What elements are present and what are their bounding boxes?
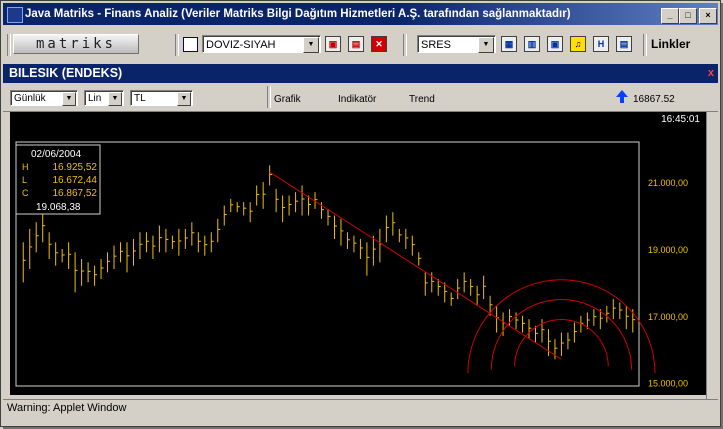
scale-select[interactable]: Lin ▼ — [84, 90, 124, 106]
clock-time: 16:45:01 — [661, 114, 700, 125]
matriks-logo: matriks — [13, 34, 139, 54]
app-window: Java Matriks - Finans Analiz (Veriler Ma… — [0, 0, 721, 427]
info-c-value: 16.867,52 — [53, 188, 98, 199]
toolbar-separator — [403, 34, 407, 56]
toolbar-grip — [7, 34, 11, 56]
save-icon[interactable]: ▣ — [325, 36, 341, 52]
chevron-down-icon[interactable]: ▼ — [478, 37, 494, 53]
bars-group — [22, 165, 636, 360]
toolbar-separator — [175, 34, 179, 56]
info-h-label: H — [22, 162, 29, 172]
app-icon — [7, 7, 23, 23]
menu-grafik[interactable]: Grafik — [274, 94, 301, 105]
info-box: 02/06/2004 H 16.925,52 L 16.672,44 C 16.… — [15, 144, 101, 215]
chevron-down-icon[interactable]: ▼ — [177, 92, 191, 106]
toolbar-separator — [643, 34, 647, 56]
print-icon[interactable]: ▤ — [348, 36, 364, 52]
ohlc-chart[interactable]: 16:45:01 21.000,00 19.000,00 17.000,00 15.0… — [10, 112, 706, 399]
last-price: 16867.52 — [633, 94, 675, 105]
fibonacci-arc — [467, 279, 656, 374]
chevron-down-icon[interactable]: ▼ — [62, 92, 76, 106]
theme-select-value: DOVIZ-SIYAH — [206, 39, 276, 51]
chevron-down-icon[interactable]: ▼ — [303, 37, 319, 53]
cursor-value: 19.068,38 — [36, 202, 81, 213]
info-l-label: L — [22, 175, 27, 185]
main-toolbar: matriks DOVIZ-SIYAH ▼ ▣ ▤ ✕ SRES ▼ ▦ ▥ ▣… — [3, 28, 718, 62]
menu-indikator[interactable]: Indikatör — [338, 94, 376, 105]
vertical-scrollbar[interactable] — [706, 112, 717, 399]
currency-select[interactable]: TL ▼ — [130, 90, 193, 106]
series-select[interactable]: SRES ▼ — [417, 35, 496, 53]
trend-line — [269, 171, 562, 360]
panel-header[interactable]: BILESIK (ENDEKS) x — [3, 64, 718, 83]
bell-icon[interactable]: ♫ — [570, 36, 586, 52]
scale-select-value: Lin — [88, 93, 102, 104]
panel-title: BILESIK (ENDEKS) — [9, 66, 123, 80]
info-l-value: 16.672,44 — [53, 175, 98, 186]
series-select-value: SRES — [421, 39, 451, 51]
calc-icon[interactable]: ▤ — [616, 36, 632, 52]
period-select[interactable]: Günlük ▼ — [10, 90, 78, 106]
trend-overlay — [269, 171, 656, 374]
chevron-down-icon[interactable]: ▼ — [108, 92, 122, 106]
window-icon[interactable]: ▣ — [547, 36, 563, 52]
window-title: Java Matriks - Finans Analiz (Veriler Ma… — [25, 8, 571, 20]
status-bar: Warning: Applet Window — [3, 399, 718, 416]
y-tick-label: 17.000,00 — [648, 312, 688, 322]
period-select-value: Günlük — [14, 93, 46, 104]
minimize-button[interactable]: _ — [661, 8, 679, 24]
grid-icon[interactable]: ▦ — [501, 36, 517, 52]
theme-select[interactable]: DOVIZ-SIYAH ▼ — [202, 35, 321, 53]
close-button[interactable]: × — [699, 8, 717, 24]
layout-checkbox[interactable] — [183, 37, 198, 52]
chart-area[interactable]: 16:45:01 21.000,00 19.000,00 17.000,00 15.0… — [10, 112, 706, 399]
links-label[interactable]: Linkler — [651, 37, 690, 51]
y-tick-label: 15.000,00 — [648, 379, 688, 389]
maximize-button[interactable]: □ — [679, 8, 697, 24]
info-h-value: 16.925,52 — [53, 162, 98, 173]
up-arrow-icon — [616, 90, 628, 103]
menu-trend[interactable]: Trend — [409, 94, 435, 105]
delete-icon[interactable]: ✕ — [371, 36, 387, 52]
info-date: 02/06/2004 — [31, 149, 81, 160]
y-tick-label: 19.000,00 — [648, 245, 688, 255]
currency-select-value: TL — [134, 93, 146, 104]
y-tick-label: 21.000,00 — [648, 178, 688, 188]
chart-controls-bar: Günlük ▼ Lin ▼ TL ▼ Grafik Indikatör Tre… — [3, 85, 718, 112]
toolbar-separator — [267, 86, 271, 108]
info-c-label: C — [22, 188, 29, 198]
title-bar[interactable]: Java Matriks - Finans Analiz (Veriler Ma… — [3, 3, 718, 25]
chart-icon[interactable]: ▥ — [524, 36, 540, 52]
panel-close-button[interactable]: x — [708, 64, 714, 83]
h-icon[interactable]: H — [593, 36, 609, 52]
